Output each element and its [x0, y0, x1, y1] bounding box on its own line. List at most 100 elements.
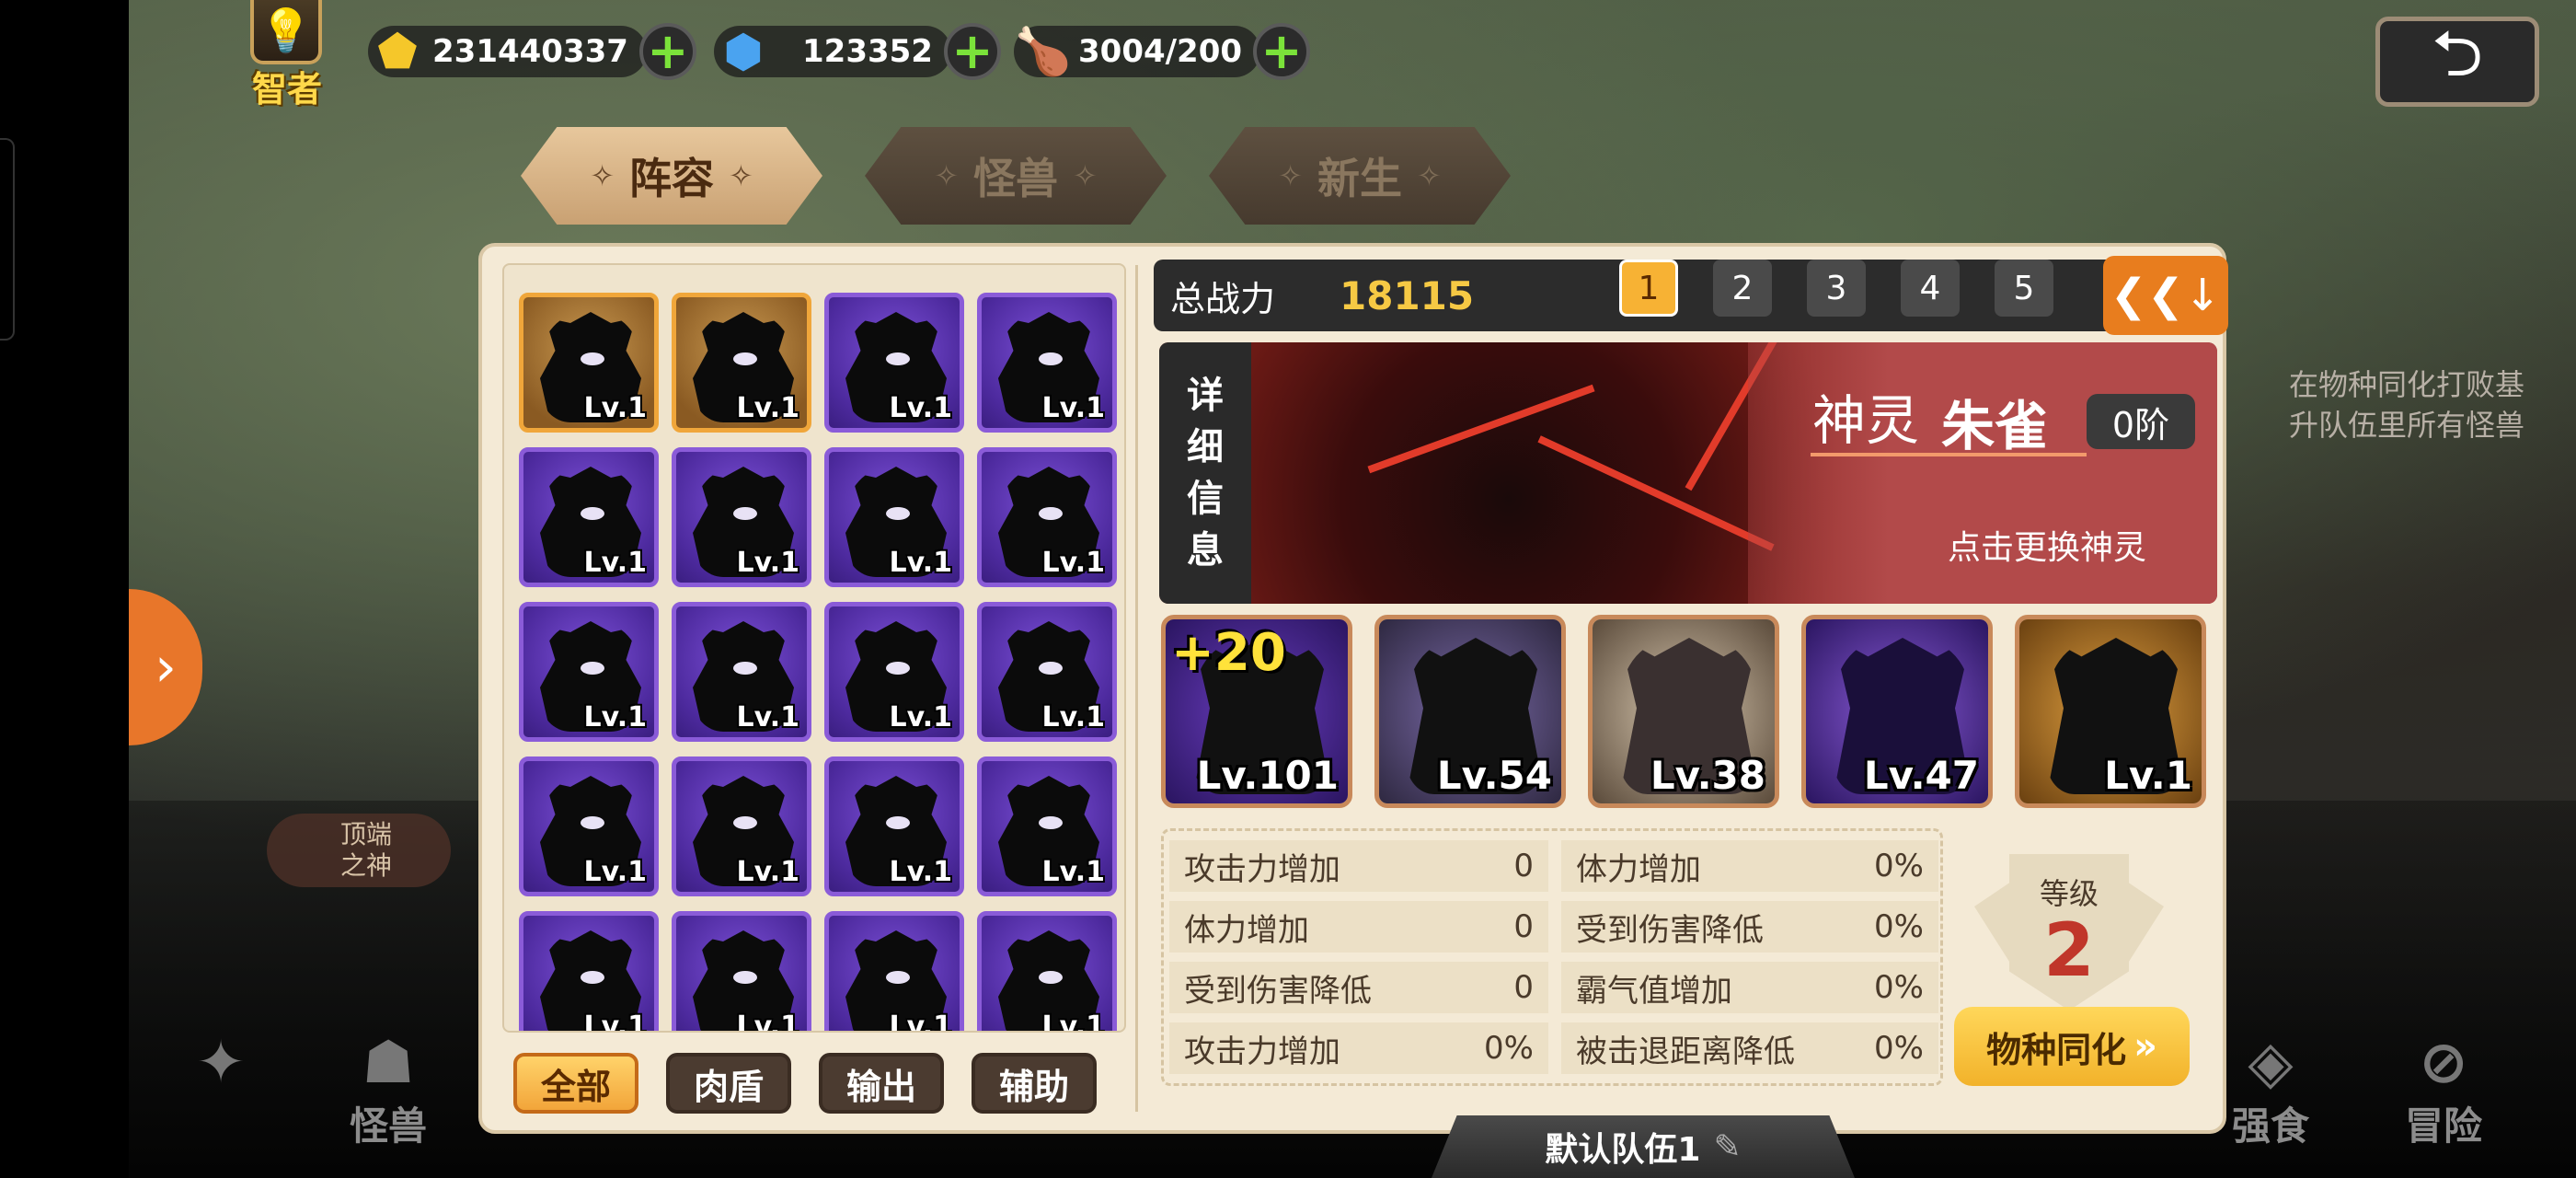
monster-card[interactable]: Lv.1	[672, 756, 811, 896]
stat-label: 体力增加	[1184, 911, 1309, 949]
monster-card[interactable]: Lv.1	[519, 447, 659, 587]
monster-eye	[1039, 662, 1063, 675]
monster-eye	[1039, 507, 1063, 520]
stat-label: 攻击力增加	[1184, 850, 1340, 888]
team-slot-3[interactable]: Lv.38	[1588, 615, 1779, 808]
monster-eye	[1039, 971, 1063, 984]
nav-adventure[interactable]: ⊘ 冒险	[2379, 1031, 2508, 1149]
team-3-button[interactable]: 3	[1807, 260, 1866, 317]
wise-badge[interactable]: 💡 智者	[241, 0, 333, 110]
nav-monster[interactable]: ☗ 怪兽	[324, 1031, 453, 1149]
wing-stroke	[1367, 384, 1595, 474]
stat-value: 0%	[1874, 1030, 1924, 1067]
monster-level: Lv.1	[583, 392, 648, 424]
lineup-panel: Lv.1 Lv.1 Lv.1 Lv.1 Lv.1 Lv.1 Lv.1 Lv.1 Lv.1 Lv.1…	[478, 243, 2228, 1134]
tab-monster[interactable]: ✧ 怪兽 ✧	[865, 127, 1167, 225]
add-gold-button[interactable]: +	[638, 23, 696, 80]
monster-card[interactable]: Lv.1	[519, 602, 659, 742]
stat-label: 霸气值增加	[1576, 972, 1732, 1010]
tab-lineup[interactable]: ✧ 阵容 ✧	[521, 127, 822, 225]
monster-level: Lv.1	[736, 856, 800, 888]
monster-card[interactable]: Lv.1	[519, 911, 659, 1031]
team-1-button[interactable]: 1	[1619, 260, 1678, 317]
assimilation-label: 物种同化	[1986, 1029, 2127, 1070]
monster-eye	[886, 507, 910, 520]
monster-card[interactable]: Lv.1	[824, 447, 964, 587]
layers-download-icon: ❮❮↓	[2110, 270, 2222, 321]
monster-card[interactable]: Lv.1	[672, 602, 811, 742]
monster-level: Lv.1	[889, 856, 953, 888]
team-2-button[interactable]: 2	[1713, 260, 1772, 317]
detail-tab-char: 信	[1187, 478, 1224, 520]
detail-tab-char: 详	[1187, 375, 1224, 417]
stat-row: 体力增加 0%	[1561, 840, 1938, 892]
team-name-bar[interactable]: 默认队伍1 ✎	[1432, 1115, 1855, 1178]
god-badge[interactable]: 顶端 之神	[267, 814, 451, 887]
detail-info-tab[interactable]: 详 细 信 息	[1159, 342, 1251, 604]
tab-label: 阵容	[629, 154, 714, 203]
stat-row: 被击退距离降低 0%	[1561, 1022, 1938, 1074]
shuriken-icon: ✦	[196, 1029, 246, 1097]
back-button[interactable]: ⮌	[2375, 16, 2539, 107]
team-slot-4[interactable]: Lv.47	[1801, 615, 1993, 808]
monster-card[interactable]: Lv.1	[824, 756, 964, 896]
monster-level: Lv.1	[583, 856, 648, 888]
monster-eye	[733, 352, 757, 365]
monster-eye	[581, 662, 604, 675]
species-assimilation-button[interactable]: 物种同化 »	[1954, 1007, 2190, 1086]
add-stamina-button[interactable]: +	[1253, 23, 1311, 80]
filter-all-button[interactable]: 全部	[513, 1053, 638, 1114]
monster-level: Lv.1	[889, 547, 953, 579]
monster-card[interactable]: Lv.1	[977, 756, 1117, 896]
monster-eye	[733, 507, 757, 520]
monster-level: Lv.1	[1041, 701, 1106, 733]
stat-row: 攻击力增加 0%	[1169, 1022, 1548, 1074]
wise-label: 智者	[251, 69, 322, 110]
sort-button[interactable]: ❮❮↓	[2103, 256, 2228, 335]
slot-level: Lv.101	[1196, 753, 1339, 798]
monster-card[interactable]: Lv.1	[824, 602, 964, 742]
gem-resource: ⬢ 123352 +	[714, 18, 1001, 85]
stat-row: 受到伤害降低 0%	[1561, 901, 1938, 953]
divine-beast-card[interactable]: 详 细 信 息 神灵 朱雀 0阶 点击更换神灵	[1159, 342, 2217, 604]
monster-card[interactable]: Lv.1	[977, 293, 1117, 433]
monster-eye	[886, 816, 910, 829]
monster-level: Lv.1	[736, 1011, 800, 1033]
stat-value: 0%	[1874, 969, 1924, 1006]
monster-card[interactable]: Lv.1	[977, 447, 1117, 587]
monster-card[interactable]: Lv.1	[977, 602, 1117, 742]
power-label: 总战力	[1170, 278, 1276, 319]
monster-card[interactable]: Lv.1	[672, 911, 811, 1033]
monster-card[interactable]: Lv.1	[519, 293, 659, 433]
monster-card[interactable]: Lv.1	[672, 447, 811, 587]
filter-dps-button[interactable]: 输出	[819, 1053, 944, 1114]
slot-level: Lv.1	[2104, 753, 2192, 798]
team-4-button[interactable]: 4	[1901, 260, 1960, 317]
god-badge-text: 顶端 之神	[340, 819, 393, 881]
monster-card[interactable]: Lv.1	[977, 911, 1117, 1031]
monster-grid-area[interactable]: Lv.1 Lv.1 Lv.1 Lv.1 Lv.1 Lv.1 Lv.1 Lv.1 Lv.1 Lv.1…	[502, 263, 1126, 1033]
team-slot-2[interactable]: Lv.54	[1374, 615, 1566, 808]
ornament-icon: ✧	[1073, 158, 1098, 193]
team-slot-5[interactable]: Lv.1	[2015, 615, 2206, 808]
monster-level: Lv.1	[889, 1011, 953, 1033]
wing-stroke	[1537, 435, 1775, 551]
add-gem-button[interactable]: +	[943, 23, 1001, 80]
team-5-button[interactable]: 5	[1995, 260, 2053, 317]
monster-eye	[886, 971, 910, 984]
level-value: 2	[2043, 907, 2095, 993]
monster-card[interactable]: Lv.1	[672, 293, 811, 433]
nav-shuriken[interactable]: ✦	[156, 1031, 285, 1141]
stat-bonus-table: 攻击力增加 0 体力增加 0 受到伤害降低 0 攻击力增加 0% 体力增加 0%…	[1161, 828, 1943, 1086]
tab-rebirth[interactable]: ✧ 新生 ✧	[1209, 127, 1511, 225]
monster-eye	[886, 662, 910, 675]
team-slot-1[interactable]: +20 Lv.101	[1161, 615, 1352, 808]
filter-tank-button[interactable]: 肉盾	[666, 1053, 791, 1114]
monster-card[interactable]: Lv.1	[824, 911, 964, 1033]
monster-card[interactable]: Lv.1	[519, 756, 659, 896]
tab-label: 怪兽	[973, 154, 1058, 203]
monster-eye	[733, 662, 757, 675]
monster-card[interactable]: Lv.1	[824, 293, 964, 433]
filter-support-button[interactable]: 辅助	[972, 1053, 1097, 1114]
wing-left-icon	[1974, 882, 2011, 964]
